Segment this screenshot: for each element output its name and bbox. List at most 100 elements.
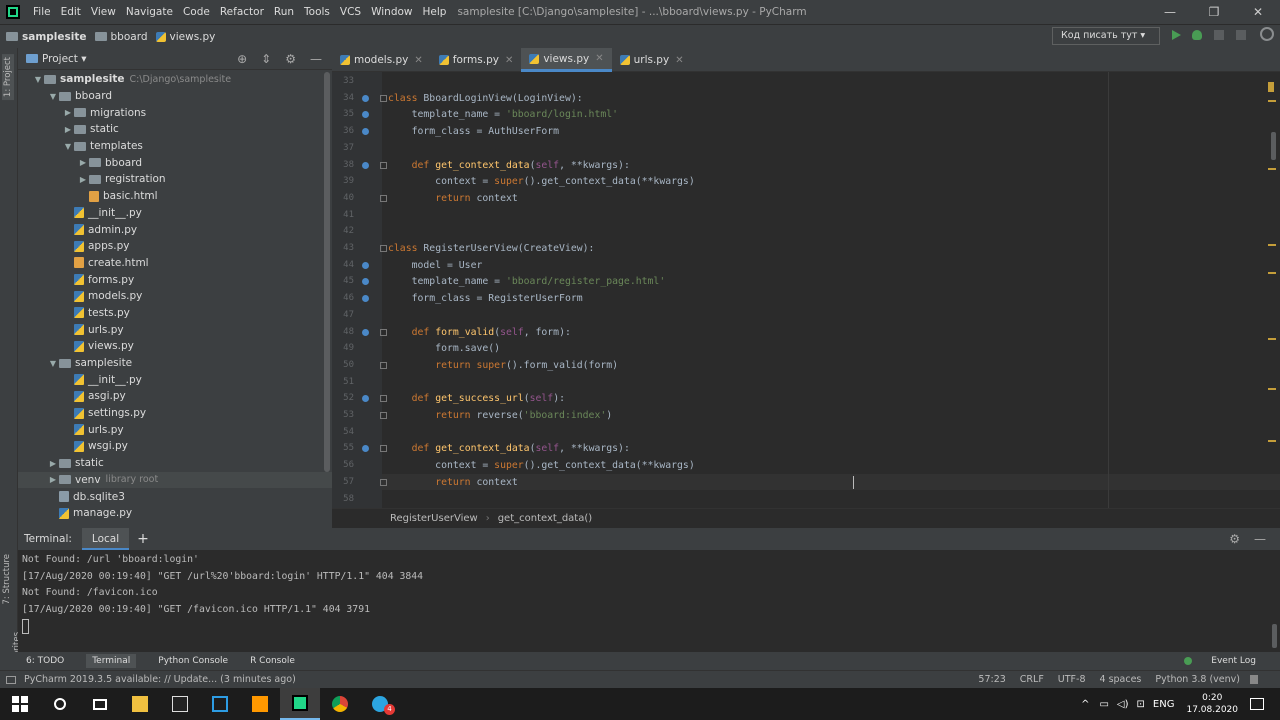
terminal-app-button[interactable] <box>160 688 200 720</box>
tree-item[interactable]: db.sqlite3 <box>18 488 332 505</box>
debug-icon[interactable] <box>1192 30 1202 40</box>
todo-tool-button[interactable]: 6: TODO <box>26 656 64 666</box>
tree-item[interactable]: tests.py <box>18 305 332 322</box>
notifications-icon[interactable] <box>1250 698 1264 710</box>
fold-marker-icon[interactable] <box>380 94 387 102</box>
tree-item[interactable]: admin.py <box>18 221 332 238</box>
override-marker-icon[interactable] <box>362 128 369 136</box>
tree-item[interactable]: ▶ static <box>18 455 332 472</box>
tree-item[interactable]: manage.py <box>18 505 332 522</box>
lock-icon[interactable] <box>1250 675 1258 684</box>
override-marker-icon[interactable] <box>362 278 369 286</box>
clock[interactable]: 0:20 17.08.2020 <box>1186 692 1238 716</box>
tree-item[interactable]: ▶ registration <box>18 171 332 188</box>
breadcrumb-project[interactable]: samplesite <box>6 31 87 43</box>
menu-tools[interactable]: Tools <box>299 0 335 24</box>
close-button[interactable]: ✕ <box>1236 0 1280 24</box>
fold-marker-icon[interactable] <box>380 361 387 369</box>
menu-help[interactable]: Help <box>418 0 452 24</box>
editor-tab[interactable]: views.py ✕ <box>521 48 612 72</box>
battery-icon[interactable]: ▭ <box>1099 699 1108 710</box>
tree-item[interactable]: create.html <box>18 255 332 272</box>
override-marker-icon[interactable] <box>362 261 369 269</box>
tree-item[interactable]: urls.py <box>18 421 332 438</box>
tree-item[interactable]: ▶ migrations <box>18 104 332 121</box>
collapsed-arrow-icon[interactable]: ▶ <box>47 459 59 468</box>
gear-icon[interactable]: ⚙ <box>1229 532 1240 546</box>
project-view-select[interactable]: Project ▾ <box>42 53 87 65</box>
locate-icon[interactable]: ⊕ <box>237 52 247 66</box>
terminal-output[interactable]: Not Found: /url 'bboard:login' [17/Aug/20… <box>18 550 1280 619</box>
tree-item[interactable]: asgi.py <box>18 388 332 405</box>
network-icon[interactable]: ⊡ <box>1137 699 1145 710</box>
override-marker-icon[interactable] <box>362 161 369 169</box>
python-console-tool-button[interactable]: Python Console <box>158 656 228 666</box>
collapsed-arrow-icon[interactable]: ▶ <box>62 125 74 134</box>
collapse-all-icon[interactable]: ⇕ <box>261 52 271 66</box>
tool-windows-toggle-icon[interactable] <box>6 675 16 684</box>
structure-tool-tab[interactable]: 7: Structure <box>2 554 12 605</box>
menu-window[interactable]: Window <box>366 0 417 24</box>
fold-marker-icon[interactable] <box>380 328 387 336</box>
app-button[interactable] <box>200 688 240 720</box>
override-marker-icon[interactable] <box>362 111 369 119</box>
fold-marker-icon[interactable] <box>380 395 387 403</box>
coverage-icon[interactable] <box>1214 30 1224 40</box>
run-icon[interactable] <box>1172 30 1181 40</box>
tree-item[interactable]: urls.py <box>18 321 332 338</box>
tree-item[interactable]: forms.py <box>18 271 332 288</box>
collapsed-arrow-icon[interactable]: ▶ <box>62 108 74 117</box>
expanded-arrow-icon[interactable]: ▼ <box>47 359 59 368</box>
menu-refactor[interactable]: Refactor <box>215 0 269 24</box>
tree-item[interactable]: views.py <box>18 338 332 355</box>
collapsed-arrow-icon[interactable]: ▶ <box>77 158 89 167</box>
file-encoding[interactable]: UTF-8 <box>1058 674 1086 685</box>
project-scrollbar[interactable] <box>324 72 330 472</box>
line-separator[interactable]: CRLF <box>1020 674 1044 685</box>
terminal-tab-local[interactable]: Local <box>81 528 130 550</box>
minimize-button[interactable]: — <box>1148 0 1192 24</box>
input-language[interactable]: ENG <box>1153 699 1175 710</box>
search-button[interactable] <box>40 688 80 720</box>
menu-file[interactable]: File <box>28 0 56 24</box>
collapsed-arrow-icon[interactable]: ▶ <box>47 475 59 484</box>
terminal-tool-button[interactable]: Terminal <box>86 654 137 668</box>
r-console-tool-button[interactable]: R Console <box>250 656 295 666</box>
task-view-button[interactable] <box>80 688 120 720</box>
menu-navigate[interactable]: Navigate <box>121 0 178 24</box>
run-configuration-select[interactable]: Код писать тут ▾ <box>1052 27 1160 45</box>
fold-marker-icon[interactable] <box>380 245 387 252</box>
maximize-button[interactable]: ❐ <box>1192 0 1236 24</box>
collapsed-arrow-icon[interactable]: ▶ <box>77 175 89 184</box>
tree-item[interactable]: __init__.py <box>18 371 332 388</box>
explorer-button[interactable] <box>120 688 160 720</box>
tree-item[interactable]: __init__.py <box>18 205 332 222</box>
close-tab-icon[interactable]: ✕ <box>505 55 513 66</box>
hide-icon[interactable]: — <box>310 52 322 66</box>
editor-scrollbar[interactable] <box>1271 132 1276 160</box>
telegram-button[interactable]: 4 <box>360 688 400 720</box>
tree-item[interactable]: ▼ templates <box>18 138 332 155</box>
menu-code[interactable]: Code <box>178 0 215 24</box>
tree-item[interactable]: ▶ static <box>18 121 332 138</box>
fold-marker-icon[interactable] <box>380 161 387 169</box>
breadcrumb-folder[interactable]: bboard <box>94 31 148 43</box>
start-button[interactable] <box>0 688 40 720</box>
status-message[interactable]: PyCharm 2019.3.5 available: // Update...… <box>24 674 296 685</box>
tree-item[interactable]: models.py <box>18 288 332 305</box>
breadcrumb-method[interactable]: get_context_data() <box>498 513 592 524</box>
editor-tab[interactable]: urls.py ✕ <box>612 48 692 72</box>
sublime-button[interactable] <box>240 688 280 720</box>
breadcrumb-class[interactable]: RegisterUserView <box>390 513 478 524</box>
pycharm-taskbar-button[interactable] <box>280 688 320 720</box>
menu-run[interactable]: Run <box>269 0 299 24</box>
warning-stripe[interactable] <box>1268 82 1274 92</box>
fold-marker-icon[interactable] <box>380 194 387 202</box>
expanded-arrow-icon[interactable]: ▼ <box>32 75 44 84</box>
fold-marker-icon[interactable] <box>380 478 387 486</box>
fold-marker-icon[interactable] <box>380 445 387 453</box>
expanded-arrow-icon[interactable]: ▼ <box>62 142 74 151</box>
indent-setting[interactable]: 4 spaces <box>1100 674 1142 685</box>
fold-marker-icon[interactable] <box>380 412 387 419</box>
python-interpreter[interactable]: Python 3.8 (venv) <box>1155 674 1240 685</box>
